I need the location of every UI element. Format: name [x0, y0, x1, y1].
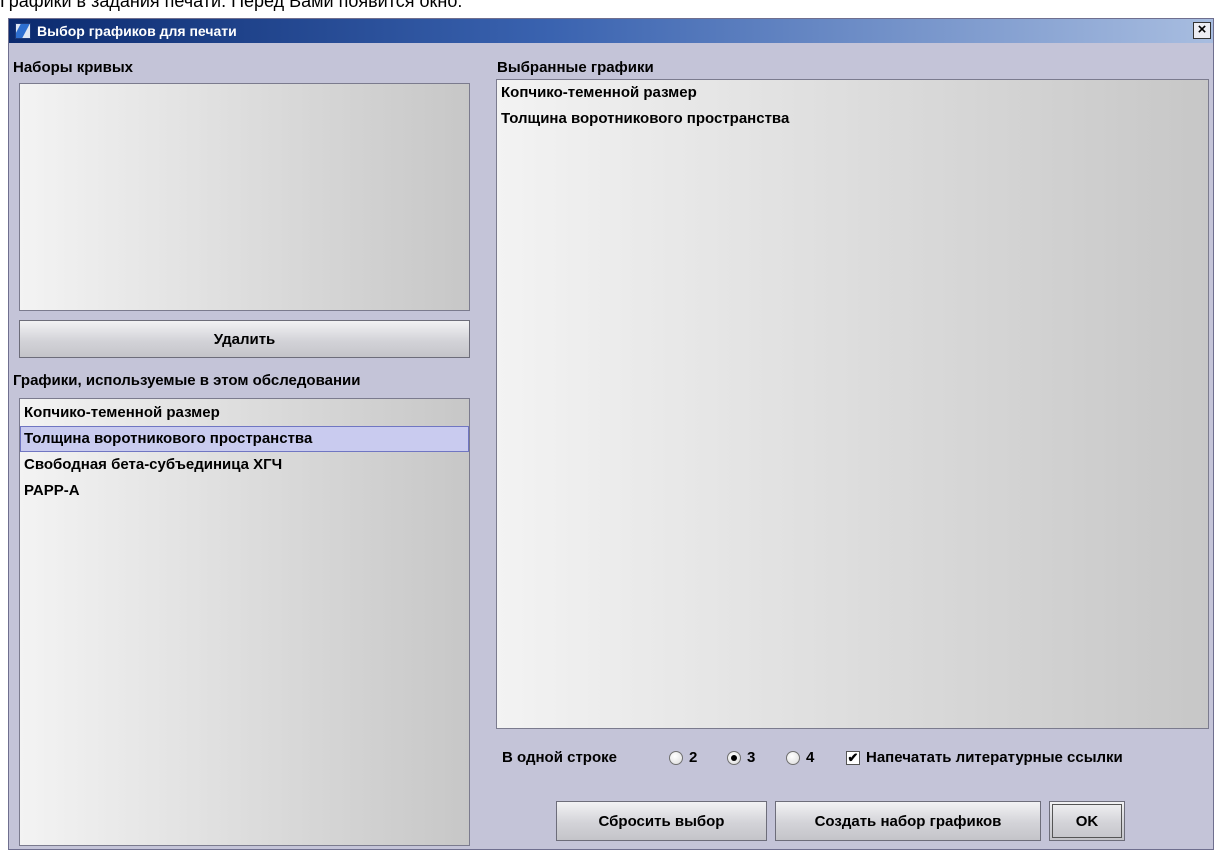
curve-sets-list[interactable]: [19, 83, 470, 311]
list-item[interactable]: Свободная бета-субъединица ХГЧ: [20, 452, 469, 478]
dialog-title: Выбор графиков для печати: [37, 23, 237, 39]
radio-4-label: 4: [806, 749, 815, 766]
delete-button[interactable]: Удалить: [19, 320, 470, 358]
reset-selection-button[interactable]: Сбросить выбор: [556, 801, 767, 841]
create-chart-set-button[interactable]: Создать набор графиков: [775, 801, 1041, 841]
document-text: Графики в задания печати. Перед Вами поя…: [0, 0, 463, 11]
close-icon: ×: [1197, 21, 1207, 38]
list-item[interactable]: Толщина воротникового пространства: [497, 106, 1208, 132]
selected-charts-label: Выбранные графики: [497, 59, 654, 76]
exam-charts-list[interactable]: Копчико-теменной размер Толщина воротнико…: [19, 398, 470, 846]
print-references-checkbox[interactable]: ✔: [846, 751, 860, 765]
exam-charts-label: Графики, используемые в этом обследовани…: [13, 372, 361, 389]
list-item[interactable]: Копчико-теменной размер: [20, 400, 469, 426]
checkmark-icon: ✔: [847, 750, 859, 765]
per-row-label: В одной строке: [502, 749, 617, 766]
print-charts-dialog: Выбор графиков для печати × Наборы кривы…: [8, 18, 1214, 850]
selected-charts-list[interactable]: Копчико-теменной размер Толщина воротнико…: [496, 79, 1209, 729]
list-item[interactable]: Толщина воротникового пространства: [20, 426, 469, 452]
title-bar[interactable]: Выбор графиков для печати ×: [9, 19, 1213, 43]
radio-4[interactable]: [786, 751, 800, 765]
radio-3-label: 3: [747, 749, 756, 766]
radio-selected-dot: [731, 755, 737, 761]
radio-2-label: 2: [689, 749, 698, 766]
curve-sets-label: Наборы кривых: [13, 59, 134, 76]
close-button[interactable]: ×: [1193, 22, 1211, 39]
radio-2[interactable]: [669, 751, 683, 765]
list-item[interactable]: Копчико-теменной размер: [497, 80, 1208, 106]
list-item[interactable]: PAPP-A: [20, 478, 469, 504]
app-icon: [15, 23, 31, 39]
radio-3[interactable]: [727, 751, 741, 765]
ok-button[interactable]: OK: [1049, 801, 1125, 841]
print-references-label: Напечатать литературные ссылки: [866, 749, 1123, 766]
